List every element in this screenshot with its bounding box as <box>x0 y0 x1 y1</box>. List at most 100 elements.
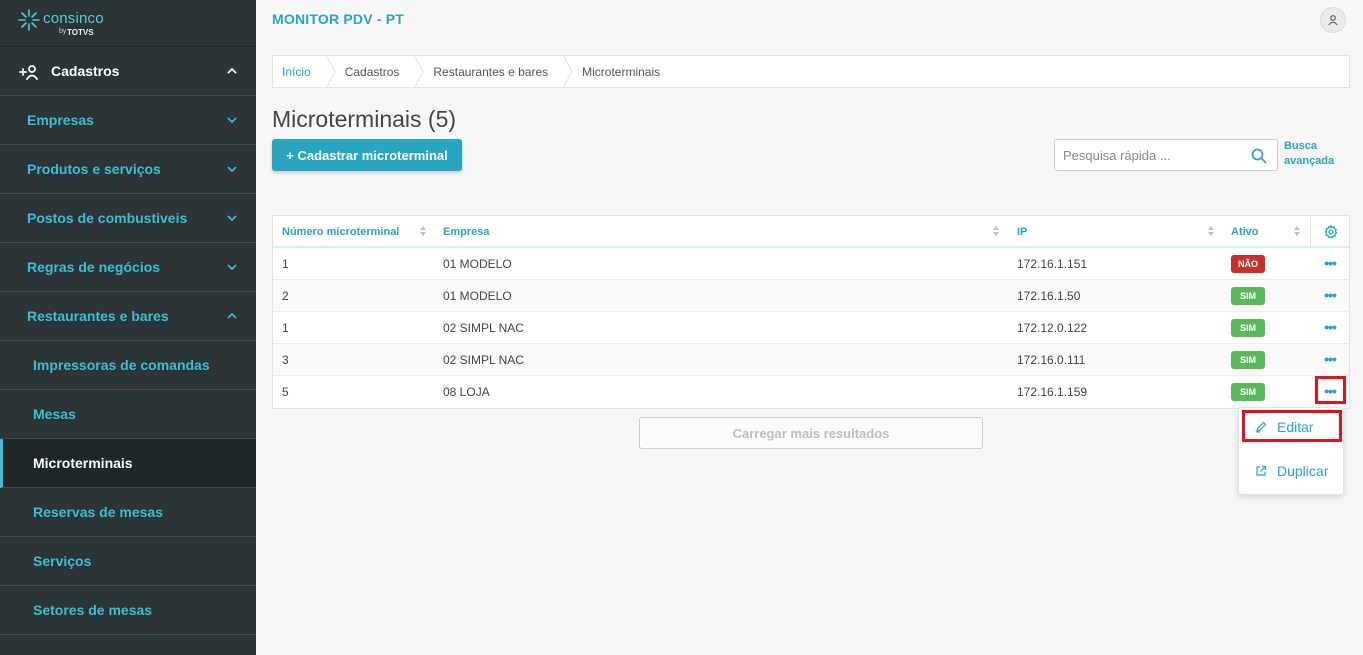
chevron-down-icon <box>227 264 237 271</box>
sort-icon[interactable] <box>1208 226 1214 236</box>
app-title: MONITOR PDV - PT <box>272 11 405 27</box>
sort-icon[interactable] <box>993 226 999 236</box>
column-header-numero[interactable]: Número microterminal <box>282 216 399 248</box>
highlight-box <box>1315 376 1346 404</box>
sidebar-item-produtos[interactable]: Produtos e serviços <box>0 145 256 194</box>
cell-ip: 172.16.1.159 <box>1017 385 1088 399</box>
sidebar-item-label: Empresas <box>27 112 94 128</box>
chevron-down-icon <box>227 166 237 173</box>
search-icon[interactable] <box>1251 148 1267 164</box>
sidebar-item-label: Restaurantes e bares <box>27 308 169 324</box>
consinco-logo-icon <box>18 9 40 31</box>
table-row[interactable]: 1 01 MODELO 172.16.1.151 NÃO ••• <box>273 248 1349 280</box>
sidebar-item-microterminais[interactable]: Microterminais <box>0 439 256 488</box>
sidebar-item-label: Reservas de mesas <box>33 504 163 520</box>
chevron-down-icon <box>227 117 237 124</box>
user-icon <box>1328 15 1338 26</box>
sidebar-item-restaurantes[interactable]: Restaurantes e bares <box>0 292 256 341</box>
gear-icon <box>1323 225 1338 239</box>
sidebar-item-label: Produtos e serviços <box>27 161 161 177</box>
column-header-ip[interactable]: IP <box>1017 216 1027 248</box>
chevron-up-icon <box>227 312 237 319</box>
sidebar-item-setores[interactable]: Setores de mesas <box>0 586 256 635</box>
row-actions-button[interactable]: ••• <box>1320 319 1340 335</box>
status-badge: SIM <box>1231 287 1265 305</box>
sidebar-item-postos[interactable]: Postos de combustiveis <box>0 194 256 243</box>
breadcrumb-current: Microterminais <box>582 64 661 79</box>
cell-numero: 2 <box>282 289 289 303</box>
status-badge: SIM <box>1231 351 1265 369</box>
quick-search <box>1054 139 1278 171</box>
sidebar-section-label: Cadastros <box>51 63 120 79</box>
status-badge: SIM <box>1231 383 1265 401</box>
breadcrumb: Início Cadastros Restaurantes e bares Mi… <box>272 55 1350 88</box>
cell-numero: 5 <box>282 385 289 399</box>
column-header-ativo[interactable]: Ativo <box>1231 216 1259 248</box>
highlight-box <box>1242 410 1342 442</box>
brand-logo: consinco by TOTVS <box>0 0 256 47</box>
sidebar-item-label: Postos de combustiveis <box>27 210 188 226</box>
breadcrumb-cadastros[interactable]: Cadastros <box>336 55 415 88</box>
sidebar-item-label: Impressoras de comandas <box>33 357 210 373</box>
status-badge: NÃO <box>1231 255 1265 273</box>
breadcrumb-separator <box>563 55 573 88</box>
search-input[interactable] <box>1063 140 1243 170</box>
sort-icon[interactable] <box>1294 226 1300 236</box>
sidebar: consinco by TOTVS Cadastros Empresas Pro… <box>0 0 256 655</box>
row-actions-menu: Editar Duplicar <box>1238 407 1344 495</box>
brand-name: consinco <box>43 10 104 27</box>
sidebar-item-empresas[interactable]: Empresas <box>0 96 256 145</box>
breadcrumb-restaurantes[interactable]: Restaurantes e bares <box>424 55 563 88</box>
cell-numero: 3 <box>282 353 289 367</box>
sidebar-item-reservas[interactable]: Reservas de mesas <box>0 488 256 537</box>
cell-numero: 1 <box>282 257 289 271</box>
microterminals-table: Número microterminal Empresa IP Ativo 1 … <box>272 215 1350 409</box>
table-settings-button[interactable] <box>1310 216 1350 248</box>
breadcrumb-separator <box>325 55 336 88</box>
load-more-button[interactable]: Carregar mais resultados <box>639 417 983 449</box>
sidebar-item-label: Setores de mesas <box>33 602 153 618</box>
menu-item-label: Duplicar <box>1277 463 1329 479</box>
advanced-search-link[interactable]: Busca avançada <box>1284 139 1344 169</box>
table-row[interactable]: 3 02 SIMPL NAC 172.16.0.111 SIM ••• <box>273 344 1349 376</box>
brand-totvs: TOTVS <box>67 28 94 37</box>
external-link-icon <box>1256 465 1267 476</box>
cell-ip: 172.16.1.151 <box>1017 257 1088 271</box>
breadcrumb-separator <box>414 55 424 88</box>
menu-item-duplicate[interactable]: Duplicar <box>1239 455 1345 487</box>
row-actions-button[interactable]: ••• <box>1320 351 1340 367</box>
status-badge: SIM <box>1231 319 1265 337</box>
cell-empresa: 01 MODELO <box>443 257 512 271</box>
sidebar-section-cadastros[interactable]: Cadastros <box>0 47 256 96</box>
sort-icon[interactable] <box>420 226 426 236</box>
sidebar-item-impressoras[interactable]: Impressoras de comandas <box>0 341 256 390</box>
chevron-down-icon <box>227 215 237 222</box>
table-row[interactable]: 1 02 SIMPL NAC 172.12.0.122 SIM ••• <box>273 312 1349 344</box>
page-title: Microterminais (5) <box>272 106 457 132</box>
brand-by: by <box>59 28 67 35</box>
sidebar-item-servicos[interactable]: Serviços <box>0 537 256 586</box>
table-row[interactable]: 5 08 LOJA 172.16.1.159 SIM ••• <box>273 376 1349 408</box>
cell-ip: 172.16.0.111 <box>1017 353 1086 367</box>
cell-ip: 172.12.0.122 <box>1017 321 1088 335</box>
sidebar-item-mesas[interactable]: Mesas <box>0 390 256 439</box>
cell-empresa: 02 SIMPL NAC <box>443 321 524 335</box>
sidebar-item-regras[interactable]: Regras de negócios <box>0 243 256 292</box>
chevron-up-icon <box>227 67 237 74</box>
sidebar-item-label: Mesas <box>33 406 76 422</box>
table-row[interactable]: 2 01 MODELO 172.16.1.50 SIM ••• <box>273 280 1349 312</box>
row-actions-button[interactable]: ••• <box>1320 287 1340 303</box>
add-user-icon <box>19 65 38 80</box>
add-microterminal-button[interactable]: + Cadastrar microterminal <box>272 139 462 171</box>
cell-empresa: 08 LOJA <box>443 385 490 399</box>
sidebar-item-label: Microterminais <box>33 455 133 471</box>
column-header-empresa[interactable]: Empresa <box>443 216 489 248</box>
cell-empresa: 02 SIMPL NAC <box>443 353 524 367</box>
sidebar-item-label: Serviços <box>33 553 92 569</box>
row-actions-button[interactable]: ••• <box>1320 255 1340 271</box>
user-menu-button[interactable] <box>1320 7 1346 33</box>
breadcrumb-inicio[interactable]: Início <box>273 55 326 88</box>
cell-empresa: 01 MODELO <box>443 289 512 303</box>
sidebar-item-label: Regras de negócios <box>27 259 161 275</box>
table-header: Número microterminal Empresa IP Ativo <box>273 216 1349 248</box>
